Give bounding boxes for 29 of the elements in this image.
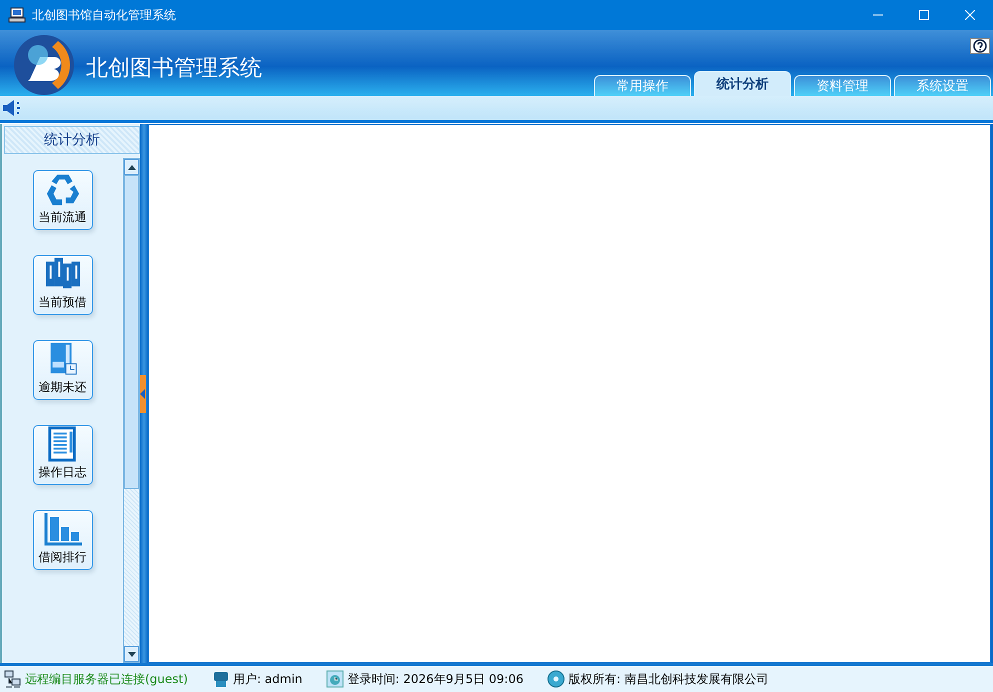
panel-header: 统计分析 [4,126,140,154]
window-title: 北创图书馆自动化管理系统 [32,6,177,24]
app-name: 北创图书管理系统 [86,55,263,83]
disc-icon [547,670,566,688]
scroll-up-icon[interactable] [128,164,136,170]
report-button[interactable]: 当前流通 [32,170,92,230]
scroll-down-icon[interactable] [128,652,136,656]
help-icon [973,39,987,53]
tab[interactable]: 统计分析 [694,71,791,96]
bar-chart-icon [42,511,82,547]
report-button[interactable]: 当前预借 [32,255,92,315]
arrow-left-icon [140,388,146,398]
maximize-icon [919,10,929,20]
logo-icon [12,33,76,97]
report-button[interactable]: 逾期未还 [32,340,92,400]
status-text: 版权所有: 南昌北创科技发展有限公司 [568,670,768,688]
report-button[interactable]: 操作日志 [32,425,92,485]
collapse-handle[interactable] [140,374,146,412]
user-icon [212,670,230,688]
scrollbar[interactable] [123,158,140,663]
report-button[interactable]: 借阅排行 [32,510,92,570]
network-icon [4,670,22,688]
close-icon [965,10,975,20]
status-text: 远程编目服务器已连接(guest) [25,670,188,688]
status-text: 登录时间: 2026年9月5日 09:06 [347,670,524,688]
computer-icon [8,7,26,23]
clock-icon [326,670,344,688]
help-button[interactable] [970,38,990,54]
status-text: 用户: admin [232,670,302,688]
